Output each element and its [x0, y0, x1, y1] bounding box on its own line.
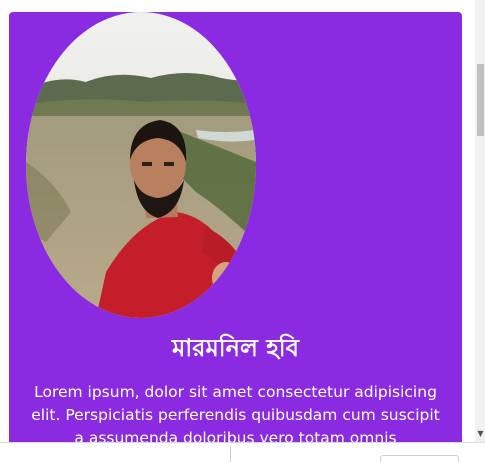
page-viewport: মারমনিল হবি Lorem ipsum, dolor sit amet … — [0, 0, 485, 462]
scroll-down-arrow-icon[interactable]: ▼ — [476, 429, 485, 439]
profile-photo — [26, 12, 256, 318]
bottom-divider — [230, 447, 231, 462]
scrollbar-thumb[interactable] — [477, 64, 484, 136]
profile-card: মারমনিল হবি Lorem ipsum, dolor sit amet … — [9, 12, 462, 462]
card-title: মারমনিল হবি — [171, 333, 300, 362]
bottom-button[interactable] — [380, 455, 459, 462]
